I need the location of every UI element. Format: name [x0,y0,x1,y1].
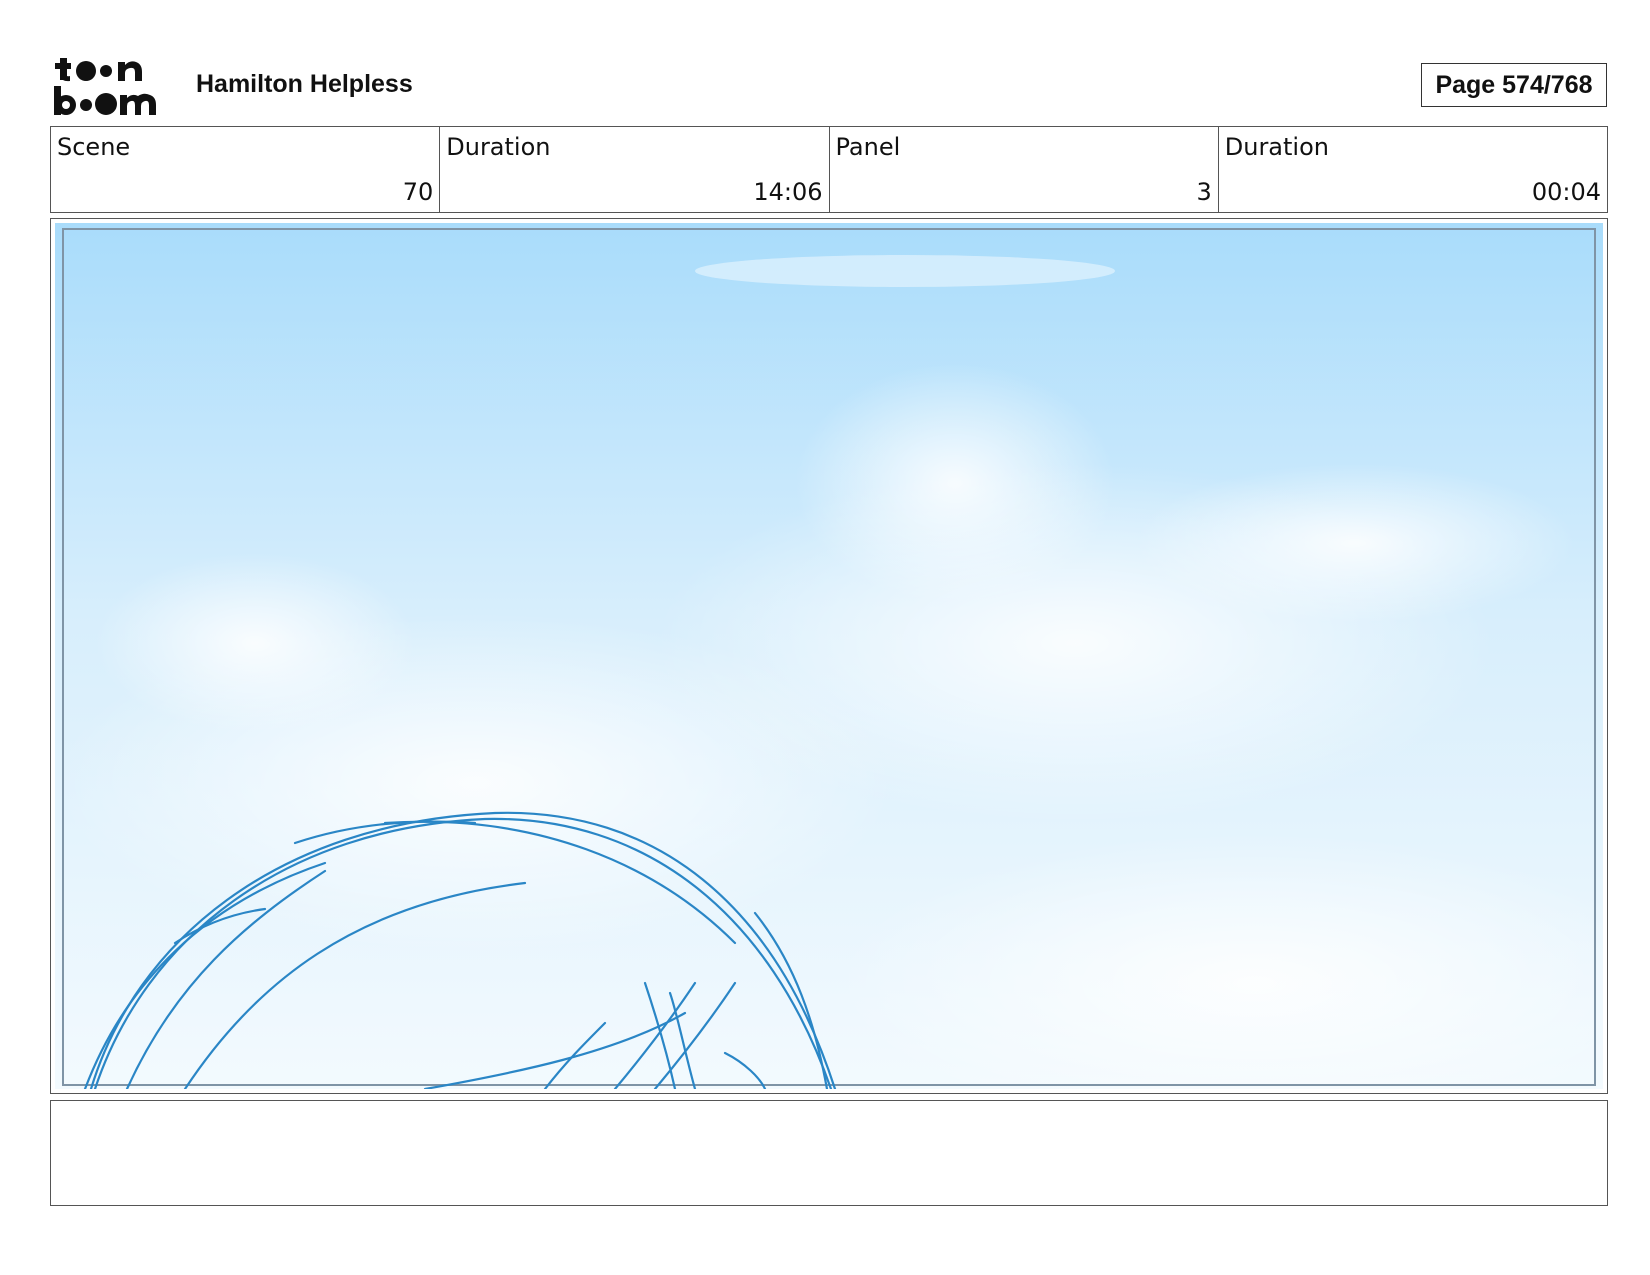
scene-duration-cell: Duration 14:06 [440,127,830,212]
panel-duration-label: Duration [1224,133,1329,161]
panel-cell: Panel 3 [830,127,1219,212]
page-counter: Page 574/768 [1421,63,1607,107]
cloud-shape [95,553,415,733]
scene-duration-value: 14:06 [753,178,823,206]
cloud-streak [695,255,1115,287]
panel-notes-box [50,1100,1608,1206]
scene-info-table: Scene 70 Duration 14:06 Panel 3 Duration… [50,126,1608,213]
scene-value: 70 [402,178,434,206]
toon-boom-logo [54,58,156,115]
storyboard-panel [50,218,1608,1094]
panel-artwork [55,223,1603,1089]
scene-label: Scene [57,133,131,161]
panel-label: Panel [835,133,901,161]
panel-value: 3 [1196,178,1212,206]
scene-cell: Scene 70 [51,127,441,212]
scene-duration-label: Duration [446,133,551,161]
panel-duration-value: 00:04 [1531,178,1601,206]
project-title: Hamilton Helpless [196,70,413,98]
panel-duration-cell: Duration 00:04 [1219,127,1607,212]
cloud-shape [1135,463,1575,623]
